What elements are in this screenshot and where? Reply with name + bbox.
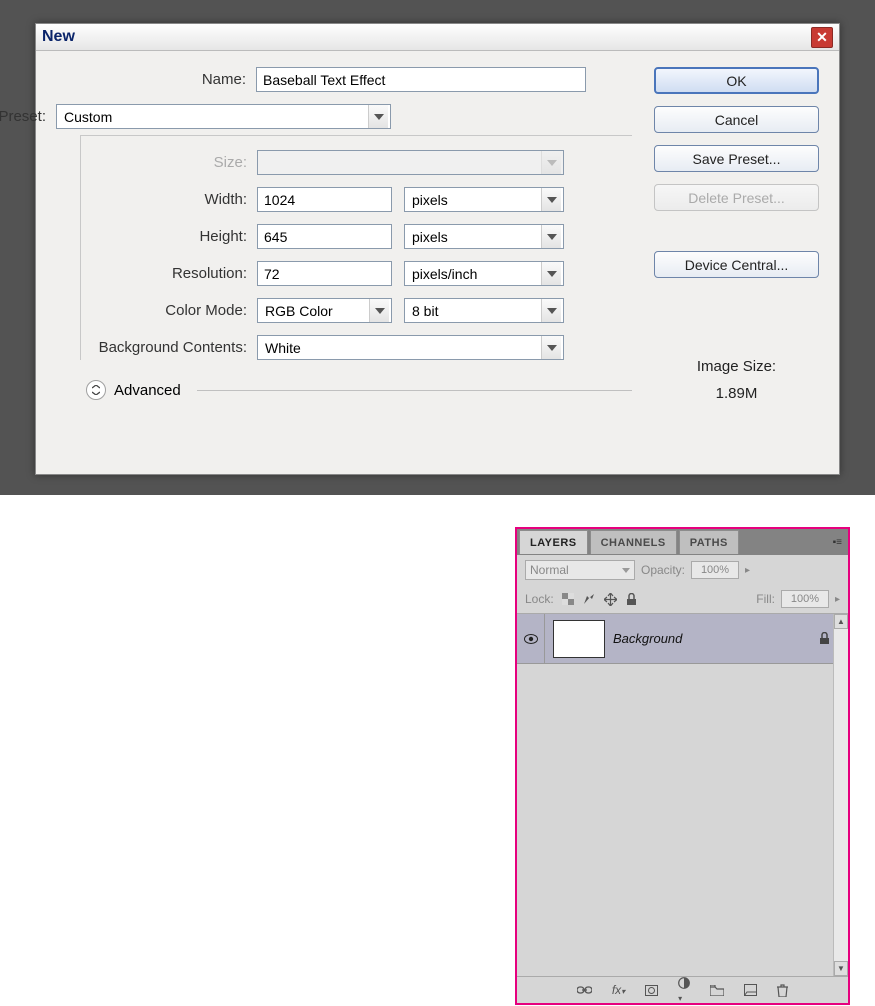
size-label: Size: [81, 154, 257, 171]
tab-channels[interactable]: CHANNELS [590, 530, 677, 554]
delete-layer-icon[interactable] [777, 984, 788, 997]
scrollbar[interactable]: ▲ ▼ [833, 614, 848, 976]
background-contents-value: White [265, 340, 301, 356]
name-input[interactable] [256, 67, 586, 92]
chevron-down-icon [541, 151, 561, 174]
lock-label: Lock: [525, 592, 554, 606]
advanced-toggle[interactable]: Advanced [86, 380, 632, 400]
chevron-down-icon [369, 299, 389, 322]
tab-paths[interactable]: PATHS [679, 530, 739, 554]
layers-list: Background ▲ ▼ [517, 613, 848, 977]
lock-all-icon[interactable] [626, 593, 637, 606]
height-unit-value: pixels [412, 229, 448, 245]
layer-mask-icon[interactable] [645, 985, 658, 996]
device-central-button[interactable]: Device Central... [654, 251, 819, 278]
lock-transparency-icon[interactable] [562, 593, 574, 605]
width-input[interactable] [257, 187, 392, 212]
ok-button[interactable]: OK [654, 67, 819, 94]
eye-icon [524, 634, 538, 644]
scroll-up-icon[interactable]: ▲ [834, 614, 848, 629]
preset-select[interactable]: Custom [56, 104, 391, 129]
width-unit-value: pixels [412, 192, 448, 208]
close-button[interactable]: ✕ [811, 27, 833, 48]
chevron-down-icon [368, 105, 388, 128]
advanced-label: Advanced [114, 382, 181, 399]
color-mode-label: Color Mode: [81, 302, 257, 319]
layers-panel: LAYERS CHANNELS PATHS ▪≡ Normal Opacity:… [515, 527, 850, 1005]
lock-position-icon[interactable] [604, 593, 617, 606]
blend-mode-select[interactable]: Normal [525, 560, 635, 580]
fill-flyout-icon[interactable]: ▸ [835, 594, 840, 605]
divider [197, 390, 632, 391]
layer-effects-icon[interactable]: fx▾ [612, 983, 625, 997]
cancel-button[interactable]: Cancel [654, 106, 819, 133]
preset-value: Custom [64, 109, 112, 125]
fill-label: Fill: [756, 592, 775, 606]
background-contents-label: Background Contents: [81, 339, 257, 356]
dialog-titlebar: New ✕ [36, 24, 839, 51]
visibility-toggle[interactable] [517, 614, 545, 663]
chevron-down-icon [541, 336, 561, 359]
color-mode-value: RGB Color [265, 303, 333, 319]
blend-mode-value: Normal [530, 563, 569, 577]
chevron-down-icon [541, 188, 561, 211]
adjustment-layer-icon[interactable]: ▾ [678, 977, 690, 1004]
chevron-down-icon [541, 225, 561, 248]
color-mode-select[interactable]: RGB Color [257, 298, 392, 323]
resolution-unit-select[interactable]: pixels/inch [404, 261, 564, 286]
width-label: Width: [81, 191, 257, 208]
chevron-down-icon [541, 262, 561, 285]
bit-depth-value: 8 bit [412, 303, 438, 319]
tab-layers[interactable]: LAYERS [519, 530, 588, 554]
layer-name[interactable]: Background [613, 631, 682, 646]
chevron-down-icon [541, 299, 561, 322]
save-preset-button[interactable]: Save Preset... [654, 145, 819, 172]
height-label: Height: [81, 228, 257, 245]
dialog-title: New [42, 28, 75, 46]
name-label: Name: [56, 71, 256, 88]
image-size-value: 1.89M [654, 385, 819, 402]
opacity-label: Opacity: [641, 563, 685, 577]
height-unit-select[interactable]: pixels [404, 224, 564, 249]
link-layers-icon[interactable] [577, 985, 592, 995]
fill-field[interactable]: 100% [781, 590, 829, 608]
background-contents-select[interactable]: White [257, 335, 564, 360]
chevron-down-icon [622, 568, 630, 573]
new-group-icon[interactable] [710, 985, 724, 996]
new-layer-icon[interactable] [744, 984, 757, 996]
delete-preset-button: Delete Preset... [654, 184, 819, 211]
panel-menu-icon[interactable]: ▪≡ [833, 537, 842, 548]
lock-icon [819, 632, 830, 645]
bit-depth-select[interactable]: 8 bit [404, 298, 564, 323]
resolution-label: Resolution: [81, 265, 257, 282]
width-unit-select[interactable]: pixels [404, 187, 564, 212]
image-size-label: Image Size: [654, 358, 819, 375]
close-icon: ✕ [816, 30, 828, 44]
lock-pixels-icon[interactable] [583, 593, 595, 605]
opacity-flyout-icon[interactable]: ▸ [745, 565, 750, 576]
resolution-unit-value: pixels/inch [412, 266, 477, 282]
opacity-field[interactable]: 100% [691, 561, 739, 579]
chevron-expand-icon [86, 380, 106, 400]
layer-row[interactable]: Background [517, 614, 848, 664]
preset-label: Preset: [0, 108, 56, 125]
layer-thumbnail[interactable] [553, 620, 605, 658]
scroll-down-icon[interactable]: ▼ [834, 961, 848, 976]
size-select [257, 150, 564, 175]
new-document-dialog: New ✕ Name: Preset: Custom [35, 23, 840, 475]
resolution-input[interactable] [257, 261, 392, 286]
height-input[interactable] [257, 224, 392, 249]
